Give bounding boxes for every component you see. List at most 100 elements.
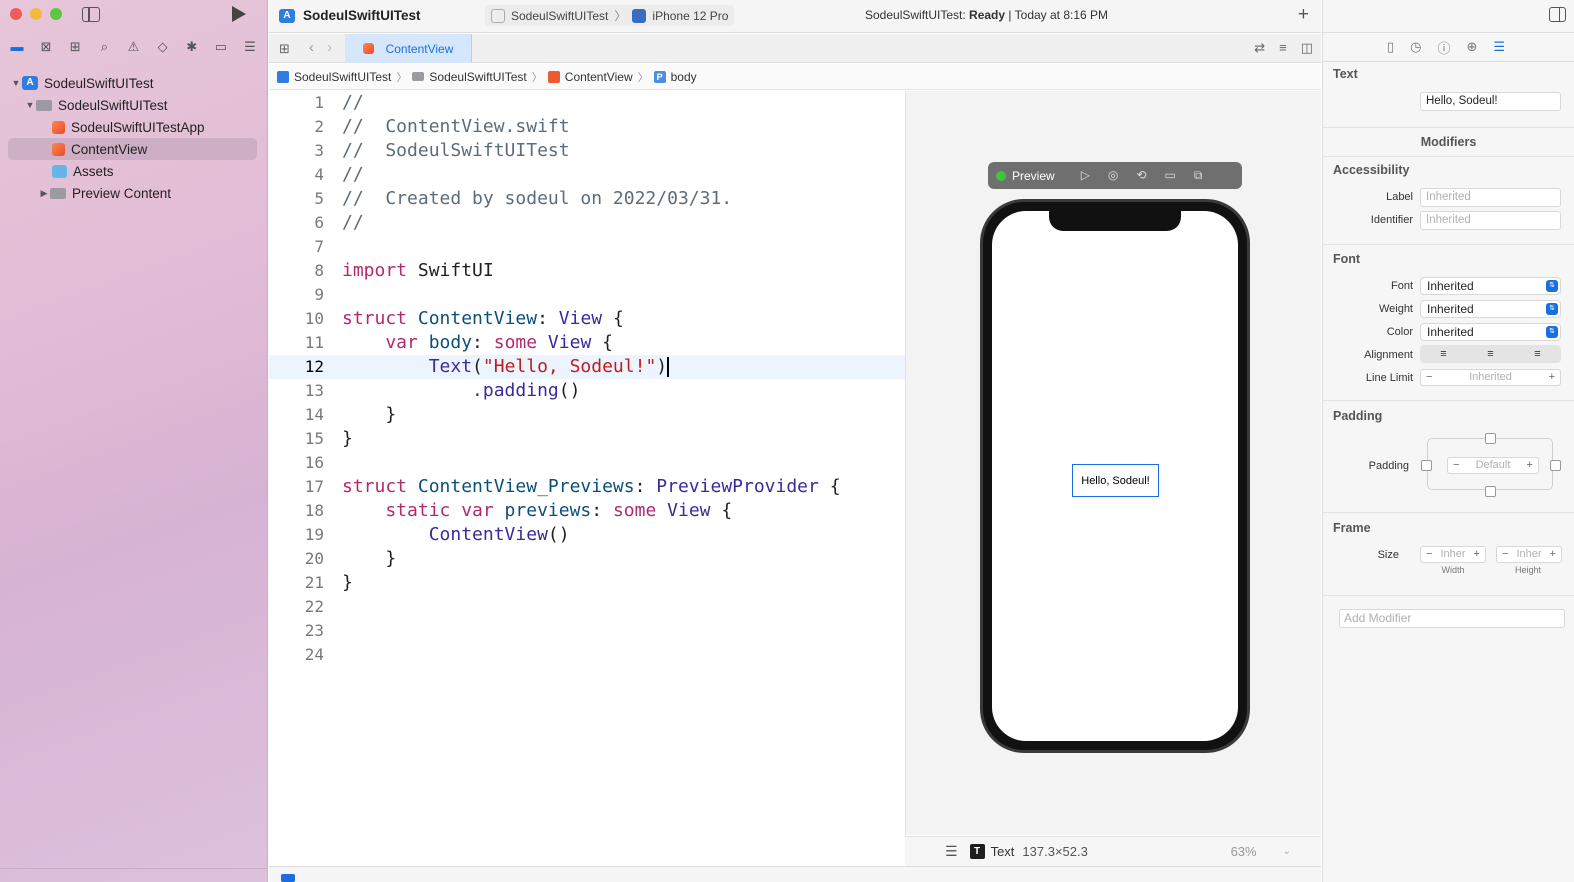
code-line[interactable]: 7: [269, 235, 905, 259]
zoom-level[interactable]: 63%: [1231, 844, 1257, 859]
live-preview-icon[interactable]: ▷: [1081, 168, 1090, 183]
padding-stepper[interactable]: − Default +: [1447, 457, 1539, 474]
align-center-icon[interactable]: ≡: [1467, 345, 1514, 363]
accessibility-identifier-field[interactable]: Inherited: [1420, 211, 1561, 230]
jumpbar-group[interactable]: SodeulSwiftUITest: [429, 70, 526, 84]
weight-select[interactable]: Inherited ⇅: [1420, 300, 1561, 318]
code-line[interactable]: 9: [269, 283, 905, 307]
tree-item-assets[interactable]: Assets: [0, 160, 267, 182]
tree-item-preview-content[interactable]: ▶ Preview Content: [0, 182, 267, 204]
line-limit-stepper[interactable]: − Inherited +: [1420, 369, 1561, 386]
tree-item-contentview[interactable]: ContentView: [8, 138, 257, 160]
tab-contentview[interactable]: ContentView: [345, 34, 472, 63]
accessibility-label-field[interactable]: Inherited: [1420, 188, 1561, 207]
test-navigator-icon[interactable]: ◇: [154, 38, 172, 56]
back-arrow-icon[interactable]: ‹: [309, 39, 314, 56]
related-items-icon[interactable]: ⊞: [279, 41, 290, 57]
code-line[interactable]: 23: [269, 619, 905, 643]
device-icon[interactable]: ▭: [1164, 168, 1175, 183]
debug-navigator-icon[interactable]: ✱: [183, 38, 201, 56]
code-line[interactable]: 19 ContentView(): [269, 523, 905, 547]
code-line[interactable]: 13 .padding(): [269, 379, 905, 403]
project-navigator-icon[interactable]: ▬: [8, 38, 26, 56]
code-line[interactable]: 18 static var previews: some View {: [269, 499, 905, 523]
height-stepper[interactable]: − Inher +: [1496, 546, 1562, 563]
minus-icon[interactable]: −: [1426, 547, 1432, 562]
padding-top-checkbox[interactable]: [1485, 433, 1496, 444]
tree-item-group[interactable]: ▼ SodeulSwiftUITest: [0, 94, 267, 116]
chevron-down-icon[interactable]: ⌄: [1283, 846, 1291, 857]
align-right-icon[interactable]: ≡: [1514, 345, 1561, 363]
code-line[interactable]: 11 var body: some View {: [269, 331, 905, 355]
inspector-toggle-icon[interactable]: [1549, 7, 1566, 22]
code-line[interactable]: 2 // ContentView.swift: [269, 115, 905, 139]
plus-icon[interactable]: +: [1474, 547, 1480, 562]
history-inspector-icon[interactable]: ◷: [1410, 39, 1421, 55]
breakpoint-navigator-icon[interactable]: ▭: [212, 38, 230, 56]
run-button[interactable]: [232, 6, 246, 22]
hello-text-view[interactable]: Hello, Sodeul!: [1072, 464, 1159, 497]
code-line[interactable]: 20 }: [269, 547, 905, 571]
quick-help-icon[interactable]: ⓘ: [1438, 38, 1451, 57]
rotate-icon[interactable]: ⟲: [1136, 168, 1146, 183]
code-line[interactable]: 4 //: [269, 163, 905, 187]
code-line[interactable]: 12 Text("Hello, Sodeul!"): [269, 355, 905, 379]
forward-arrow-icon[interactable]: ›: [327, 39, 332, 56]
file-inspector-icon[interactable]: ▯: [1387, 39, 1394, 55]
scheme-app-label[interactable]: SodeulSwiftUITest: [511, 9, 608, 23]
add-library-button[interactable]: +: [1298, 4, 1309, 26]
chevron-down-icon[interactable]: ▼: [24, 100, 36, 110]
plus-icon[interactable]: +: [1527, 458, 1533, 473]
report-navigator-icon[interactable]: ☰: [241, 38, 259, 56]
code-line[interactable]: 6 //: [269, 211, 905, 235]
plus-icon[interactable]: +: [1550, 547, 1556, 562]
chevron-right-icon[interactable]: ▶: [38, 188, 50, 199]
code-line[interactable]: 17 struct ContentView_Previews: PreviewPr…: [269, 475, 905, 499]
jumpbar-project[interactable]: SodeulSwiftUITest: [294, 70, 391, 84]
padding-bottom-checkbox[interactable]: [1485, 486, 1496, 497]
accessibility-inspector-icon[interactable]: ⊕: [1467, 39, 1478, 55]
text-value-field[interactable]: Hello, Sodeul!: [1420, 92, 1561, 111]
width-stepper[interactable]: − Inher +: [1420, 546, 1486, 563]
tree-item-project[interactable]: ▼ SodeulSwiftUITest: [0, 72, 267, 94]
padding-trailing-checkbox[interactable]: [1550, 460, 1561, 471]
sidebar-toggle-icon[interactable]: [82, 7, 100, 22]
issue-navigator-icon[interactable]: ⚠: [125, 38, 143, 56]
preview-button[interactable]: Preview: [1012, 169, 1055, 183]
code-line[interactable]: 14 }: [269, 403, 905, 427]
tree-item-app-file[interactable]: SodeulSwiftUITestApp: [0, 116, 267, 138]
code-line[interactable]: 5 // Created by sodeul on 2022/03/31.: [269, 187, 905, 211]
minus-icon[interactable]: −: [1426, 370, 1432, 385]
jumpbar-file[interactable]: ContentView: [565, 70, 633, 84]
code-line[interactable]: 22: [269, 595, 905, 619]
adjust-icon[interactable]: ☰: [945, 843, 958, 860]
zoom-window-button[interactable]: [50, 8, 62, 20]
color-select[interactable]: Inherited ⇅: [1420, 323, 1561, 341]
find-navigator-icon[interactable]: ⌕: [95, 38, 113, 56]
swap-icon[interactable]: ⇄: [1254, 40, 1265, 56]
code-line[interactable]: 1 //: [269, 91, 905, 115]
source-editor[interactable]: 1 // 2 // ContentView.swift 3 // SodeulSwiftU…: [269, 91, 905, 865]
debug-area-icon[interactable]: [281, 874, 295, 882]
font-select[interactable]: Inherited ⇅: [1420, 277, 1561, 295]
symbol-navigator-icon[interactable]: ⊞: [66, 38, 84, 56]
split-editor-icon[interactable]: ◫: [1301, 40, 1313, 56]
source-control-icon[interactable]: ⊠: [37, 38, 55, 56]
inspect-icon[interactable]: ◎: [1108, 168, 1118, 183]
scheme-selector[interactable]: SodeulSwiftUITest 〉 iPhone 12 Pro: [485, 5, 735, 26]
jumpbar-symbol[interactable]: body: [671, 70, 697, 84]
code-line[interactable]: 3 // SodeulSwiftUITest: [269, 139, 905, 163]
attributes-inspector-icon[interactable]: ☰: [1493, 39, 1505, 55]
code-line[interactable]: 21}: [269, 571, 905, 595]
chevron-down-icon[interactable]: ▼: [10, 78, 22, 88]
code-line[interactable]: 16: [269, 451, 905, 475]
minimize-window-button[interactable]: [30, 8, 42, 20]
close-window-button[interactable]: [10, 8, 22, 20]
minus-icon[interactable]: −: [1453, 458, 1459, 473]
minus-icon[interactable]: −: [1502, 547, 1508, 562]
filter-bar[interactable]: [0, 868, 267, 882]
code-line[interactable]: 10 struct ContentView: View {: [269, 307, 905, 331]
editor-options-icon[interactable]: ≡: [1279, 40, 1287, 56]
add-modifier-field[interactable]: Add Modifier: [1339, 609, 1565, 628]
scheme-device-label[interactable]: iPhone 12 Pro: [652, 9, 728, 23]
